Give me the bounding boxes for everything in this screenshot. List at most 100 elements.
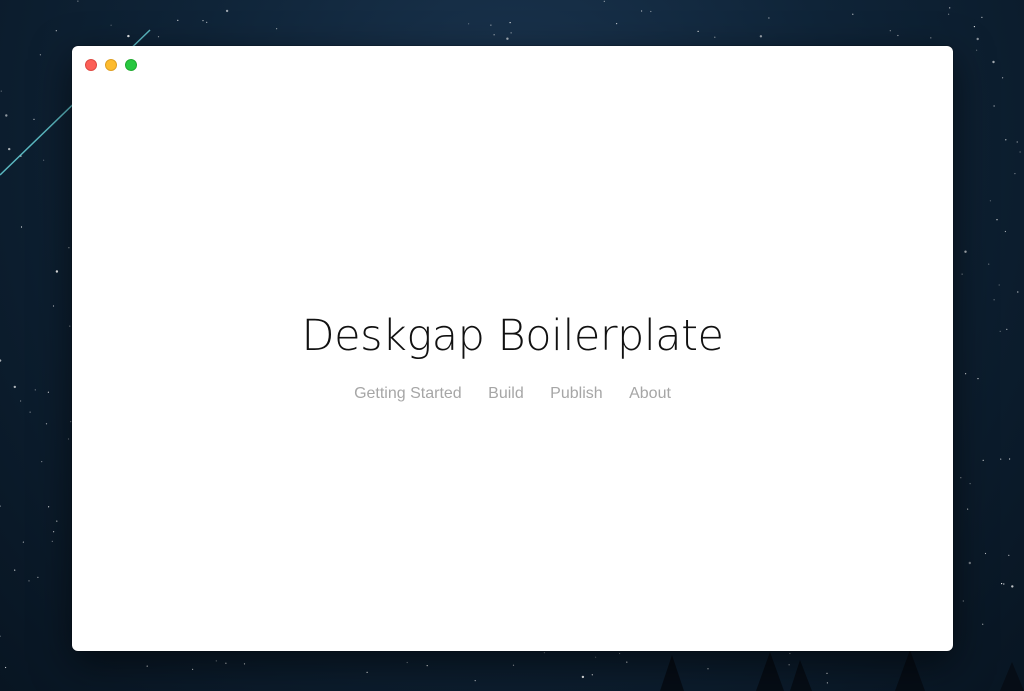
star bbox=[641, 10, 643, 12]
star bbox=[37, 576, 39, 579]
star bbox=[1017, 291, 1019, 293]
star bbox=[1019, 151, 1021, 153]
star bbox=[962, 600, 964, 602]
star bbox=[33, 118, 35, 120]
star bbox=[852, 13, 854, 15]
star bbox=[616, 23, 618, 25]
star bbox=[999, 330, 1001, 332]
star bbox=[581, 675, 585, 679]
star bbox=[20, 226, 23, 228]
star bbox=[192, 668, 194, 671]
star bbox=[964, 250, 967, 253]
star bbox=[0, 505, 1, 507]
main-nav: Getting Started Build Publish About bbox=[72, 385, 953, 403]
desktop-background: Deskgap Boilerplate Getting Started Buil… bbox=[0, 0, 1024, 691]
star bbox=[215, 660, 217, 662]
star bbox=[788, 664, 790, 666]
star bbox=[39, 54, 42, 56]
star bbox=[146, 665, 148, 667]
star bbox=[960, 477, 962, 479]
star bbox=[603, 0, 605, 2]
star bbox=[69, 325, 71, 327]
star bbox=[707, 668, 709, 670]
star bbox=[591, 674, 593, 676]
star bbox=[52, 305, 55, 307]
star bbox=[949, 7, 951, 9]
star bbox=[965, 373, 967, 375]
star bbox=[14, 569, 16, 571]
app-window: Deskgap Boilerplate Getting Started Buil… bbox=[72, 46, 953, 651]
star bbox=[0, 90, 2, 92]
star bbox=[981, 16, 983, 18]
star bbox=[988, 263, 990, 265]
star bbox=[948, 13, 950, 15]
star bbox=[976, 37, 979, 41]
star bbox=[1011, 585, 1014, 588]
star bbox=[177, 19, 179, 21]
star bbox=[595, 656, 597, 658]
star bbox=[28, 580, 30, 582]
star bbox=[996, 219, 998, 221]
star bbox=[53, 531, 55, 533]
star bbox=[973, 26, 976, 28]
star bbox=[650, 10, 652, 13]
star bbox=[1003, 583, 1005, 585]
star bbox=[961, 273, 963, 275]
star bbox=[366, 671, 368, 674]
star bbox=[51, 540, 53, 543]
star bbox=[984, 552, 987, 555]
star bbox=[998, 284, 1000, 286]
star bbox=[510, 32, 512, 34]
star bbox=[1001, 583, 1003, 585]
star bbox=[0, 635, 1, 637]
star bbox=[930, 37, 932, 39]
star bbox=[202, 20, 204, 22]
star bbox=[0, 359, 2, 362]
star bbox=[977, 378, 979, 380]
star bbox=[1002, 77, 1004, 79]
star bbox=[490, 24, 492, 26]
star bbox=[512, 664, 515, 666]
nav-link-publish[interactable]: Publish bbox=[550, 385, 602, 403]
star bbox=[993, 299, 995, 301]
star bbox=[619, 652, 621, 655]
star bbox=[1014, 173, 1016, 175]
star bbox=[5, 114, 8, 117]
star bbox=[967, 508, 969, 510]
nav-link-build[interactable]: Build bbox=[488, 385, 524, 403]
star bbox=[20, 400, 22, 402]
star bbox=[225, 9, 229, 13]
nav-link-about[interactable]: About bbox=[629, 385, 671, 403]
star bbox=[1004, 230, 1007, 233]
star bbox=[759, 35, 763, 38]
page-title: Deskgap Boilerplate bbox=[301, 311, 724, 361]
star bbox=[992, 60, 995, 64]
star bbox=[206, 21, 208, 23]
star bbox=[13, 385, 16, 389]
star bbox=[1006, 328, 1008, 330]
star bbox=[22, 541, 24, 543]
star bbox=[993, 105, 995, 107]
star bbox=[68, 247, 70, 249]
star bbox=[45, 423, 48, 425]
star bbox=[41, 461, 43, 463]
star bbox=[506, 37, 509, 40]
star bbox=[29, 411, 31, 413]
star bbox=[889, 30, 891, 32]
star bbox=[5, 666, 7, 669]
star bbox=[1008, 554, 1010, 556]
star bbox=[426, 665, 428, 667]
star bbox=[157, 36, 160, 38]
star bbox=[768, 17, 770, 19]
star bbox=[67, 438, 70, 440]
star bbox=[243, 663, 246, 665]
star bbox=[1009, 458, 1011, 460]
nav-link-getting-started[interactable]: Getting Started bbox=[354, 385, 462, 403]
star bbox=[1000, 458, 1002, 460]
star bbox=[968, 561, 971, 565]
star bbox=[468, 23, 470, 25]
main-content: Deskgap Boilerplate Getting Started Buil… bbox=[72, 46, 953, 651]
star bbox=[509, 22, 511, 24]
star bbox=[43, 159, 45, 161]
star bbox=[127, 34, 130, 38]
